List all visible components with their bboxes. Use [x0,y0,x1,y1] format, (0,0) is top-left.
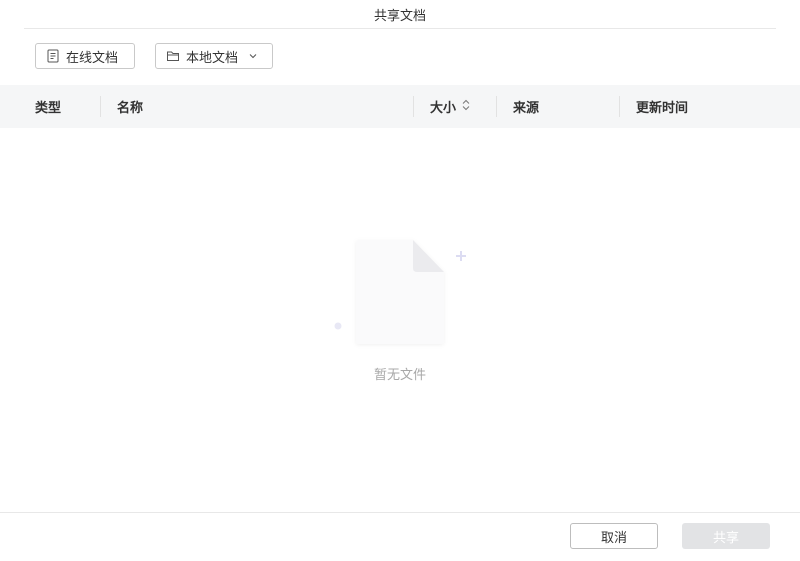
column-type[interactable]: 类型 [35,85,61,128]
dialog-title: 共享文档 [373,8,426,24]
chevron-down-icon [248,51,258,61]
column-updated-time-label: 更新时间 [636,101,689,116]
column-size-label: 大小 [430,101,457,116]
dialog-footer: 取消 共享 [0,512,800,561]
column-updated-time[interactable]: 更新时间 [636,85,688,128]
toolbar: 在线文档 本地文档 [35,43,273,69]
column-divider[interactable] [413,96,414,117]
column-divider[interactable] [619,96,620,117]
column-source[interactable]: 来源 [513,85,539,128]
column-type-label: 类型 [35,101,62,116]
local-docs-label: 本地文档 [186,50,239,66]
column-name[interactable]: 名称 [117,85,143,128]
column-name-label: 名称 [117,101,144,116]
folder-icon [166,49,180,63]
column-source-label: 来源 [513,101,540,116]
local-docs-dropdown[interactable]: 本地文档 [155,43,273,69]
cancel-button[interactable]: 取消 [570,523,658,549]
dialog-title-bar: 共享文档 [24,0,776,29]
sort-icon[interactable] [461,98,471,116]
online-docs-button[interactable]: 在线文档 [35,43,135,69]
column-size[interactable]: 大小 [430,85,471,128]
table-header: 类型 名称 大小 来源 更新时间 [0,85,800,128]
document-icon [46,49,60,63]
share-button-label: 共享 [712,530,739,546]
column-divider[interactable] [100,96,101,117]
empty-state: 暂无文件 [0,230,800,390]
online-docs-label: 在线文档 [66,50,119,66]
empty-state-text: 暂无文件 [373,368,426,383]
share-button[interactable]: 共享 [682,523,770,549]
cancel-button-label: 取消 [600,530,627,546]
column-divider[interactable] [496,96,497,117]
